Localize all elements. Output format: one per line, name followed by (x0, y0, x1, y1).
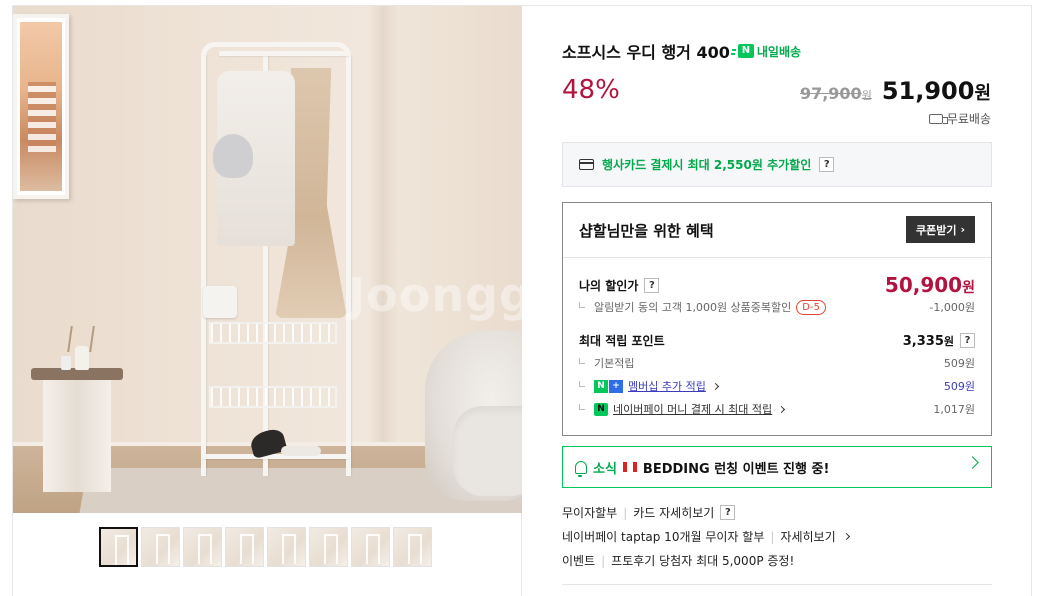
tree-branch-icon (579, 358, 585, 364)
npay-points-link[interactable]: 네이버페이 머니 결제 시 최대 적립 (613, 401, 772, 417)
event-label: 이벤트 (562, 554, 596, 568)
benefit-box: 샵할님만을 위한 혜택 쿠폰받기 › 나의 할인가 ? 50,900원 알림받기 … (562, 202, 992, 436)
cup (61, 356, 71, 370)
sale-price: 51,900원 (881, 77, 991, 105)
rack-hanging-bar (219, 51, 349, 56)
my-discount-price: 50,900원 (884, 273, 975, 297)
card-detail-help-icon[interactable]: ? (720, 505, 736, 520)
tree-branch-icon (579, 381, 585, 387)
rack-post-left-front (201, 56, 206, 476)
membership-points-row: N + 멤버십 추가 적립 509원 (579, 378, 975, 394)
benefit-title: 샵할님만을 위한 혜택 (579, 222, 714, 240)
max-points-label: 최대 적립 포인트 (579, 334, 665, 348)
separator: | (601, 553, 606, 568)
get-coupon-button[interactable]: 쿠폰받기 › (905, 216, 975, 243)
alarm-discount-row: 알림받기 동의 고객 1,000원 상품중복할인 D-5 -1,000원 (579, 299, 975, 315)
boucle-chair-seat (453, 406, 522, 496)
hanging-bag (203, 286, 237, 318)
event-row: 이벤트 | 프토후기 당첨자 최대 5,000P 증정! (562, 552, 794, 569)
naver-plus-membership-icon: N + (594, 379, 623, 393)
chevron-right-icon (842, 532, 850, 541)
rack-basket-upper (209, 322, 337, 344)
product-gallery: Joongg (12, 5, 522, 596)
max-points-value: 3,335원 (902, 333, 954, 349)
wall-picture-frame (13, 14, 69, 199)
basic-points-row: 기본적립 509원 (579, 355, 975, 371)
installment-row: 무이자할부 | 카드 자세히보기 ? (562, 504, 736, 521)
benefit-divider (563, 257, 991, 258)
vase (75, 346, 89, 370)
price-row: 97,900원 51,900원 (800, 77, 991, 105)
free-shipping: 무료배송 (928, 110, 991, 127)
tomorrow-delivery-badge: N 내일배송 (731, 43, 802, 60)
installment-label: 무이자할부 (562, 506, 618, 520)
my-discount-label: 나의 할인가 (579, 278, 639, 293)
free-shipping-label: 무료배송 (946, 112, 991, 126)
card-promo-help-icon[interactable]: ? (819, 157, 835, 172)
separator: | (623, 505, 628, 520)
original-price: 97,900원 (799, 84, 872, 103)
side-table-body (43, 380, 111, 492)
chevron-right-icon (778, 405, 786, 413)
delivery-badge-label: 내일배송 (756, 44, 802, 59)
divider (562, 584, 992, 585)
basic-points-label: 기본적립 (594, 357, 635, 370)
rack-bottom-shelf (203, 454, 349, 459)
card-promo-box: 행사카드 결제시 최대 2,550원 추가할인 ? (562, 142, 992, 187)
thumbnail[interactable] (309, 527, 348, 567)
rack-basket-lower (209, 386, 337, 408)
thumbnail[interactable] (183, 527, 222, 567)
event-text[interactable]: 프토후기 당첨자 최대 5,000P 증정! (611, 552, 794, 569)
title-row: 소프시스 우디 행거 400 N 내일배송 (562, 39, 801, 63)
taptap-text: 네이버페이 taptap 10개월 무이자 할부 (562, 530, 765, 544)
membership-points-link[interactable]: 멤버십 추가 적립 (628, 378, 706, 394)
npay-points-value: 1,017원 (933, 403, 975, 416)
thumbnail[interactable] (141, 527, 180, 567)
card-detail-link[interactable]: 카드 자세히보기 (633, 504, 714, 521)
bell-icon (575, 460, 587, 477)
chevron-right-icon (966, 456, 979, 469)
product-info-panel: 소프시스 우디 행거 400 N 내일배송 48% 97,900원 51,900… (522, 5, 1032, 596)
news-text: BEDDING 런칭 이벤트 진행 중! (642, 461, 830, 477)
tree-branch-icon (579, 302, 585, 308)
news-label: 소식 (593, 461, 617, 477)
naver-n-delivery-icon: N (731, 44, 754, 58)
thumbnail-strip (99, 527, 432, 571)
chevron-right-icon: › (960, 223, 965, 236)
slippers (281, 446, 321, 456)
basic-points-value: 509원 (943, 357, 975, 370)
separator: | (770, 529, 775, 544)
product-title: 소프시스 우디 행거 400 (562, 43, 730, 62)
thumbnail[interactable] (393, 527, 432, 567)
photo-corner (368, 6, 398, 446)
credit-card-icon (579, 159, 594, 170)
thumbnail[interactable] (225, 527, 264, 567)
membership-points-value: 509원 (943, 380, 975, 393)
watermark: Joongg (348, 268, 522, 322)
thumbnail[interactable] (267, 527, 306, 567)
rack-post-right (346, 56, 351, 476)
hanging-hat (213, 134, 253, 178)
alarm-discount-text: 알림받기 동의 고객 1,000원 상품중복할인 (594, 301, 792, 314)
npay-points-row: N 네이버페이 머니 결제 시 최대 적립 1,017원 (579, 401, 975, 417)
thumbnail[interactable] (351, 527, 390, 567)
my-discount-help-icon[interactable]: ? (644, 277, 660, 293)
max-points-row: 최대 적립 포인트 3,335원 ? (579, 332, 975, 349)
chevron-right-icon (711, 382, 719, 390)
alarm-discount-value: -1,000원 (929, 301, 975, 314)
news-banner[interactable]: 소식 BEDDING 런칭 이벤트 진행 중! (562, 446, 992, 488)
card-promo-text: 행사카드 결제시 최대 2,550원 추가할인 (602, 158, 812, 172)
flag-icon (622, 462, 637, 472)
thumbnail[interactable] (99, 527, 138, 567)
dday-badge: D-5 (796, 299, 826, 315)
main-product-image[interactable]: Joongg (13, 6, 522, 513)
taptap-detail-link[interactable]: 자세히보기 (780, 528, 835, 545)
taptap-row: 네이버페이 taptap 10개월 무이자 할부 | 자세히보기 (562, 528, 850, 545)
tree-branch-icon (579, 404, 585, 410)
my-discount-row: 나의 할인가 ? 50,900원 (579, 273, 975, 297)
naver-pay-icon: N (594, 402, 608, 416)
truck-icon (928, 113, 948, 124)
points-help-icon[interactable]: ? (960, 333, 975, 348)
discount-rate: 48% (562, 75, 620, 105)
